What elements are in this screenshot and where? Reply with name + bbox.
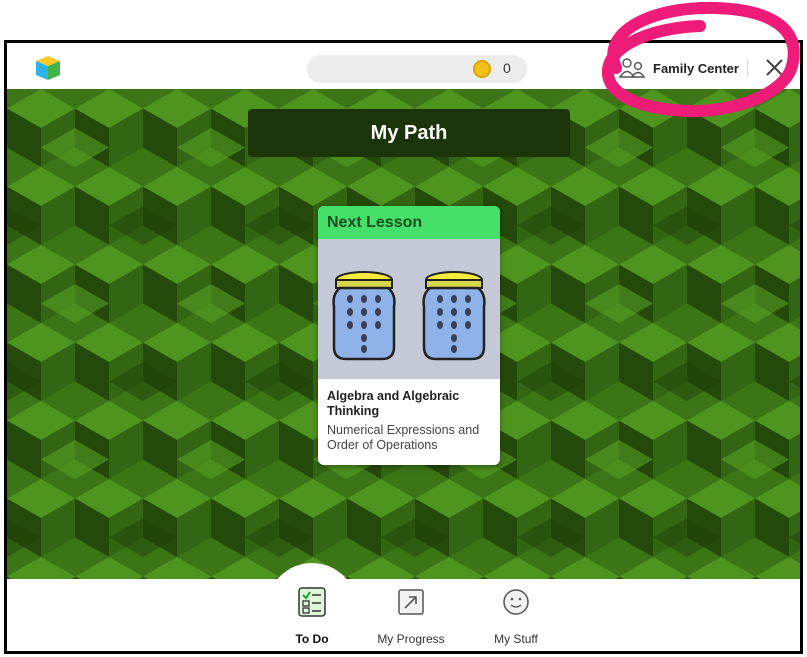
coin-count: 0 — [503, 60, 511, 76]
nav-todo[interactable]: To Do — [267, 587, 357, 646]
lesson-subject: Algebra and Algebraic Thinking — [327, 389, 460, 418]
page-title: My Path — [248, 109, 570, 157]
app-logo-icon[interactable] — [35, 55, 61, 81]
annotation-circle — [601, 1, 800, 117]
nav-my-progress[interactable]: My Progress — [366, 587, 456, 646]
nav-my-stuff[interactable]: My Stuff — [471, 587, 561, 646]
bottom-nav: To Do My Progress My Stuff — [7, 563, 800, 651]
progress-arrow-icon — [398, 589, 424, 615]
card-heading: Next Lesson — [318, 206, 500, 239]
next-lesson-card[interactable]: Next Lesson Algebra and Algebraic Thinki… — [318, 206, 500, 465]
nav-my-progress-label: My Progress — [377, 632, 445, 646]
todo-checklist-icon — [298, 587, 326, 617]
coin-icon — [473, 60, 491, 78]
lesson-topic: Numerical Expressions and Order of Opera… — [327, 423, 480, 452]
path-stage: My Path Next Lesson Algebra and Algebrai… — [7, 89, 800, 579]
lesson-illustration — [318, 239, 500, 379]
app-window: 0 Family Center My Path Next Lesson Alge… — [4, 40, 803, 654]
firefly-jars-icon — [332, 271, 486, 361]
nav-todo-label: To Do — [295, 632, 329, 646]
coin-balance: 0 — [307, 55, 527, 83]
nav-my-stuff-label: My Stuff — [494, 632, 538, 646]
smiley-face-icon — [503, 589, 529, 615]
